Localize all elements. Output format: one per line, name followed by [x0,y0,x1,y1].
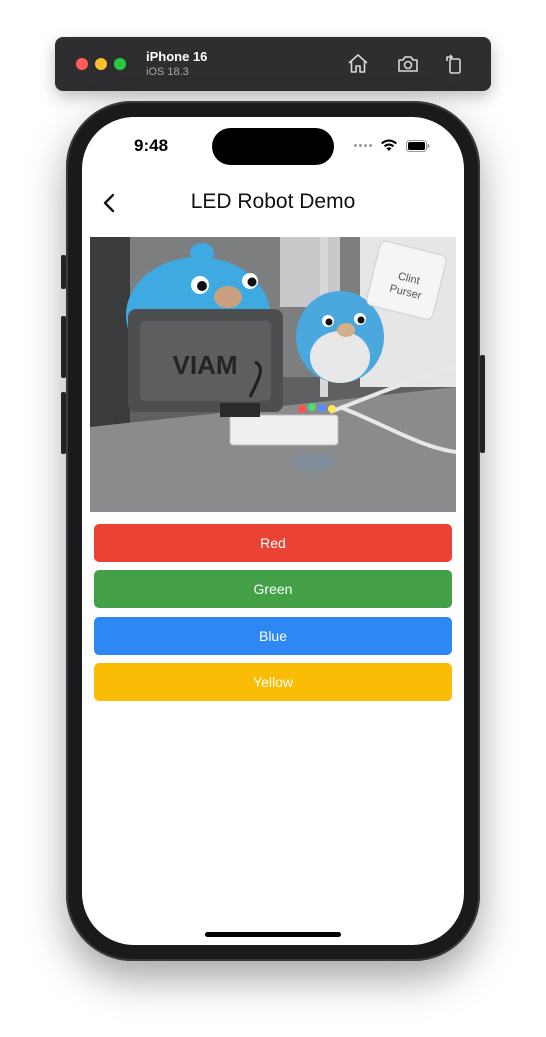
box-label: VIAM [173,350,238,380]
navigation-bar: LED Robot Demo [82,185,464,221]
os-version: iOS 18.3 [146,66,189,78]
battery-icon [406,140,430,152]
blue-button[interactable]: Blue [94,617,452,655]
rotate-icon[interactable] [442,52,466,76]
page-title: LED Robot Demo [190,190,356,213]
home-icon[interactable] [346,52,370,76]
device-name: iPhone 16 [146,49,208,64]
camera-image: VIAM Clint Purser [90,237,456,512]
red-button[interactable]: Red [94,524,452,562]
zoom-window-button[interactable] [114,58,126,70]
camera-feed: VIAM Clint Purser [90,237,456,512]
green-button[interactable]: Green [94,570,452,608]
screenshot-icon[interactable] [396,52,420,76]
power-button [480,355,485,453]
wifi-icon [381,139,397,151]
dynamic-island [212,128,334,165]
yellow-button[interactable]: Yellow [94,663,452,701]
status-time: 9:48 [134,136,169,155]
simulator-toolbar: iPhone 16 iOS 18.3 [55,37,491,91]
home-indicator[interactable] [205,932,341,937]
minimize-window-button[interactable] [95,58,107,70]
cellular-signal-icon [354,144,372,147]
app-screen: 9:48 LED Robot Demo VIAM Clint Purser Re… [82,117,464,945]
close-window-button[interactable] [76,58,88,70]
status-icons [354,138,434,154]
